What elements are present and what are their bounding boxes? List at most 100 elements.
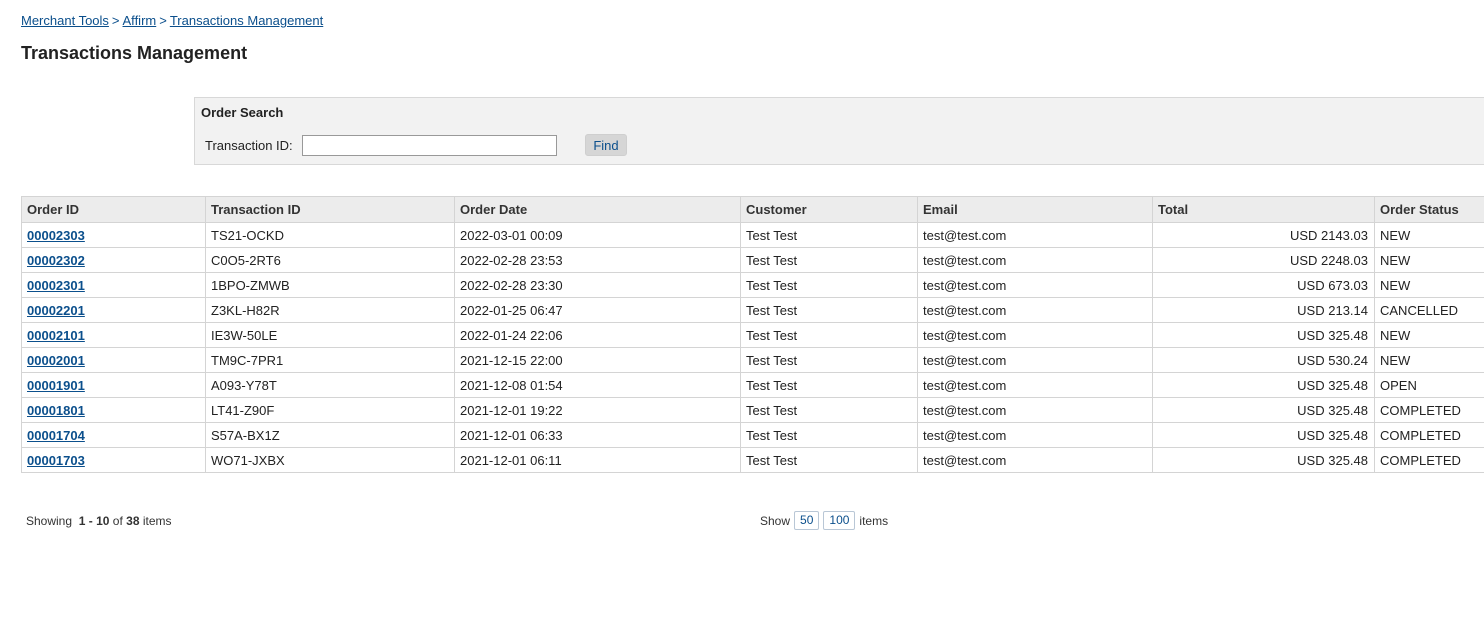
cell-total: USD 325.48 bbox=[1152, 322, 1375, 348]
cell-order-id: 00001801 bbox=[21, 397, 206, 423]
cell-email: test@test.com bbox=[917, 222, 1153, 248]
cell-email: test@test.com bbox=[917, 272, 1153, 298]
cell-order-status: COMPLETED bbox=[1374, 447, 1484, 473]
cell-order-id: 00001901 bbox=[21, 372, 206, 398]
column-header-customer[interactable]: Customer bbox=[740, 196, 918, 223]
order-id-link[interactable]: 00002101 bbox=[27, 328, 85, 343]
total-count: 38 bbox=[126, 514, 140, 528]
cell-customer: Test Test bbox=[740, 397, 918, 423]
cell-email: test@test.com bbox=[917, 422, 1153, 448]
cell-order-date: 2021-12-01 19:22 bbox=[454, 397, 741, 423]
cell-total: USD 530.24 bbox=[1152, 347, 1375, 373]
column-header-order-status[interactable]: Order Status bbox=[1374, 196, 1484, 223]
cell-order-status: NEW bbox=[1374, 247, 1484, 273]
breadcrumb-transactions-management[interactable]: Transactions Management bbox=[170, 13, 323, 28]
cell-order-date: 2022-01-24 22:06 bbox=[454, 322, 741, 348]
showing-label: Showing bbox=[26, 514, 73, 528]
cell-order-status: COMPLETED bbox=[1374, 422, 1484, 448]
range-start: 1 bbox=[78, 514, 86, 528]
cell-customer: Test Test bbox=[740, 347, 918, 373]
cell-customer: Test Test bbox=[740, 447, 918, 473]
order-id-link[interactable]: 00001704 bbox=[27, 428, 85, 443]
cell-customer: Test Test bbox=[740, 222, 918, 248]
cell-order-status: NEW bbox=[1374, 347, 1484, 373]
transaction-id-label: Transaction ID: bbox=[205, 138, 293, 153]
page-size-items-label: items bbox=[859, 513, 889, 528]
order-id-link[interactable]: 00002001 bbox=[27, 353, 85, 368]
items-label: items bbox=[142, 514, 172, 528]
table-row: 00002001 TM9C-7PR1 2021-12-15 22:00 Test Te… bbox=[21, 347, 1484, 373]
column-header-transaction-id[interactable]: Transaction ID bbox=[205, 196, 455, 223]
column-header-total[interactable]: Total bbox=[1152, 196, 1375, 223]
cell-order-status: OPEN bbox=[1374, 372, 1484, 398]
column-header-order-id[interactable]: Order ID bbox=[21, 196, 206, 223]
range-end: 10 bbox=[96, 514, 110, 528]
cell-transaction-id: Z3KL-H82R bbox=[205, 297, 455, 323]
cell-transaction-id: WO71-JXBX bbox=[205, 447, 455, 473]
cell-total: USD 2143.03 bbox=[1152, 222, 1375, 248]
order-id-link[interactable]: 00002201 bbox=[27, 303, 85, 318]
cell-order-date: 2021-12-01 06:33 bbox=[454, 422, 741, 448]
cell-email: test@test.com bbox=[917, 322, 1153, 348]
order-id-link[interactable]: 00002302 bbox=[27, 253, 85, 268]
order-search-title: Order Search bbox=[201, 105, 284, 120]
table-row: 00002303 TS21-OCKD 2022-03-01 00:09 Test Te… bbox=[21, 222, 1484, 248]
order-id-link[interactable]: 00002303 bbox=[27, 228, 85, 243]
cell-total: USD 213.14 bbox=[1152, 297, 1375, 323]
cell-order-date: 2021-12-01 06:11 bbox=[454, 447, 741, 473]
breadcrumb-affirm[interactable]: Affirm bbox=[123, 13, 157, 28]
cell-customer: Test Test bbox=[740, 272, 918, 298]
cell-order-id: 00001704 bbox=[21, 422, 206, 448]
cell-email: test@test.com bbox=[917, 447, 1153, 473]
table-row: 00002302 C0O5-2RT6 2022-02-28 23:53 Test Te… bbox=[21, 247, 1484, 273]
breadcrumb: Merchant Tools > Affirm > Transactions Manag… bbox=[21, 13, 323, 28]
column-header-order-date[interactable]: Order Date bbox=[454, 196, 741, 223]
cell-total: USD 325.48 bbox=[1152, 447, 1375, 473]
cell-customer: Test Test bbox=[740, 372, 918, 398]
order-id-link[interactable]: 00001901 bbox=[27, 378, 85, 393]
cell-order-id: 00002303 bbox=[21, 222, 206, 248]
cell-order-status: COMPLETED bbox=[1374, 397, 1484, 423]
cell-total: USD 325.48 bbox=[1152, 372, 1375, 398]
page-size-50-button[interactable]: 50 bbox=[794, 511, 820, 530]
table-row: 00001801 LT41-Z90F 2021-12-01 19:22 Test Te… bbox=[21, 397, 1484, 423]
table-header-row: Order ID Transaction ID Order Date Custo… bbox=[21, 196, 1484, 223]
table-row: 00002201 Z3KL-H82R 2022-01-25 06:47 Test Te… bbox=[21, 297, 1484, 323]
cell-email: test@test.com bbox=[917, 397, 1153, 423]
order-id-link[interactable]: 00001801 bbox=[27, 403, 85, 418]
cell-transaction-id: TM9C-7PR1 bbox=[205, 347, 455, 373]
breadcrumb-separator: > bbox=[111, 13, 120, 28]
cell-order-date: 2021-12-08 01:54 bbox=[454, 372, 741, 398]
cell-transaction-id: A093-Y78T bbox=[205, 372, 455, 398]
order-id-link[interactable]: 00002301 bbox=[27, 278, 85, 293]
cell-order-date: 2022-02-28 23:53 bbox=[454, 247, 741, 273]
breadcrumb-merchant-tools[interactable]: Merchant Tools bbox=[21, 13, 109, 28]
cell-transaction-id: C0O5-2RT6 bbox=[205, 247, 455, 273]
cell-email: test@test.com bbox=[917, 247, 1153, 273]
transaction-id-input[interactable] bbox=[302, 135, 557, 156]
cell-order-id: 00002101 bbox=[21, 322, 206, 348]
column-header-email[interactable]: Email bbox=[917, 196, 1153, 223]
cell-total: USD 2248.03 bbox=[1152, 247, 1375, 273]
cell-email: test@test.com bbox=[917, 372, 1153, 398]
cell-customer: Test Test bbox=[740, 322, 918, 348]
cell-total: USD 325.48 bbox=[1152, 422, 1375, 448]
find-button[interactable]: Find bbox=[585, 134, 627, 156]
cell-order-id: 00002301 bbox=[21, 272, 206, 298]
cell-transaction-id: IE3W-50LE bbox=[205, 322, 455, 348]
cell-order-date: 2022-02-28 23:30 bbox=[454, 272, 741, 298]
cell-order-status: NEW bbox=[1374, 322, 1484, 348]
cell-customer: Test Test bbox=[740, 247, 918, 273]
cell-email: test@test.com bbox=[917, 297, 1153, 323]
pagination-info: Showing 1 - 10 of 38 items bbox=[26, 514, 172, 528]
page-size-100-button[interactable]: 100 bbox=[823, 511, 856, 530]
cell-order-date: 2022-01-25 06:47 bbox=[454, 297, 741, 323]
cell-total: USD 325.48 bbox=[1152, 397, 1375, 423]
cell-transaction-id: LT41-Z90F bbox=[205, 397, 455, 423]
cell-customer: Test Test bbox=[740, 297, 918, 323]
cell-order-id: 00002302 bbox=[21, 247, 206, 273]
of-label: of bbox=[112, 514, 123, 528]
breadcrumb-separator: > bbox=[159, 13, 167, 28]
order-id-link[interactable]: 00001703 bbox=[27, 453, 85, 468]
cell-transaction-id: S57A-BX1Z bbox=[205, 422, 455, 448]
